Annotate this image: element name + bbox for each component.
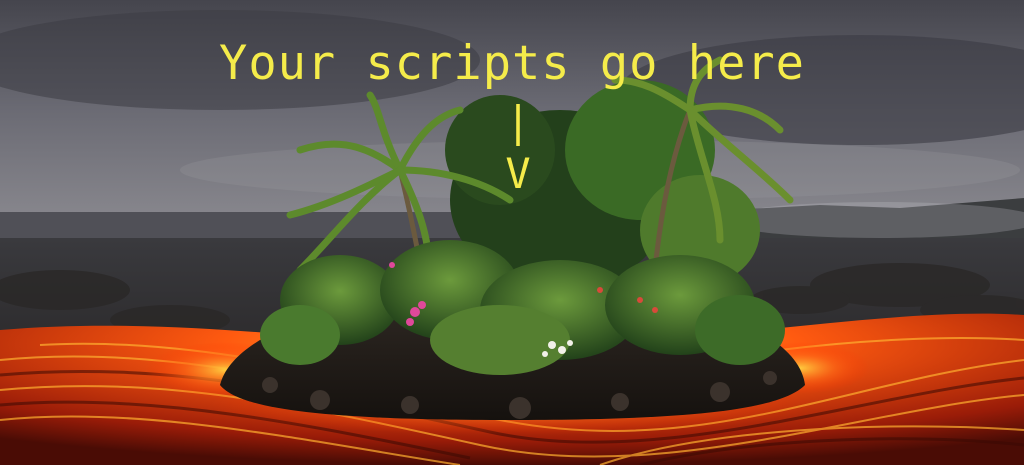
overlay-caption: Your scripts go here: [219, 36, 805, 91]
down-arrow-indicator: | V: [493, 96, 543, 200]
arrow-shaft: |: [505, 97, 531, 146]
arrow-head: V: [505, 149, 531, 198]
lava-island-scene: Your scripts go here | V: [0, 0, 1024, 465]
